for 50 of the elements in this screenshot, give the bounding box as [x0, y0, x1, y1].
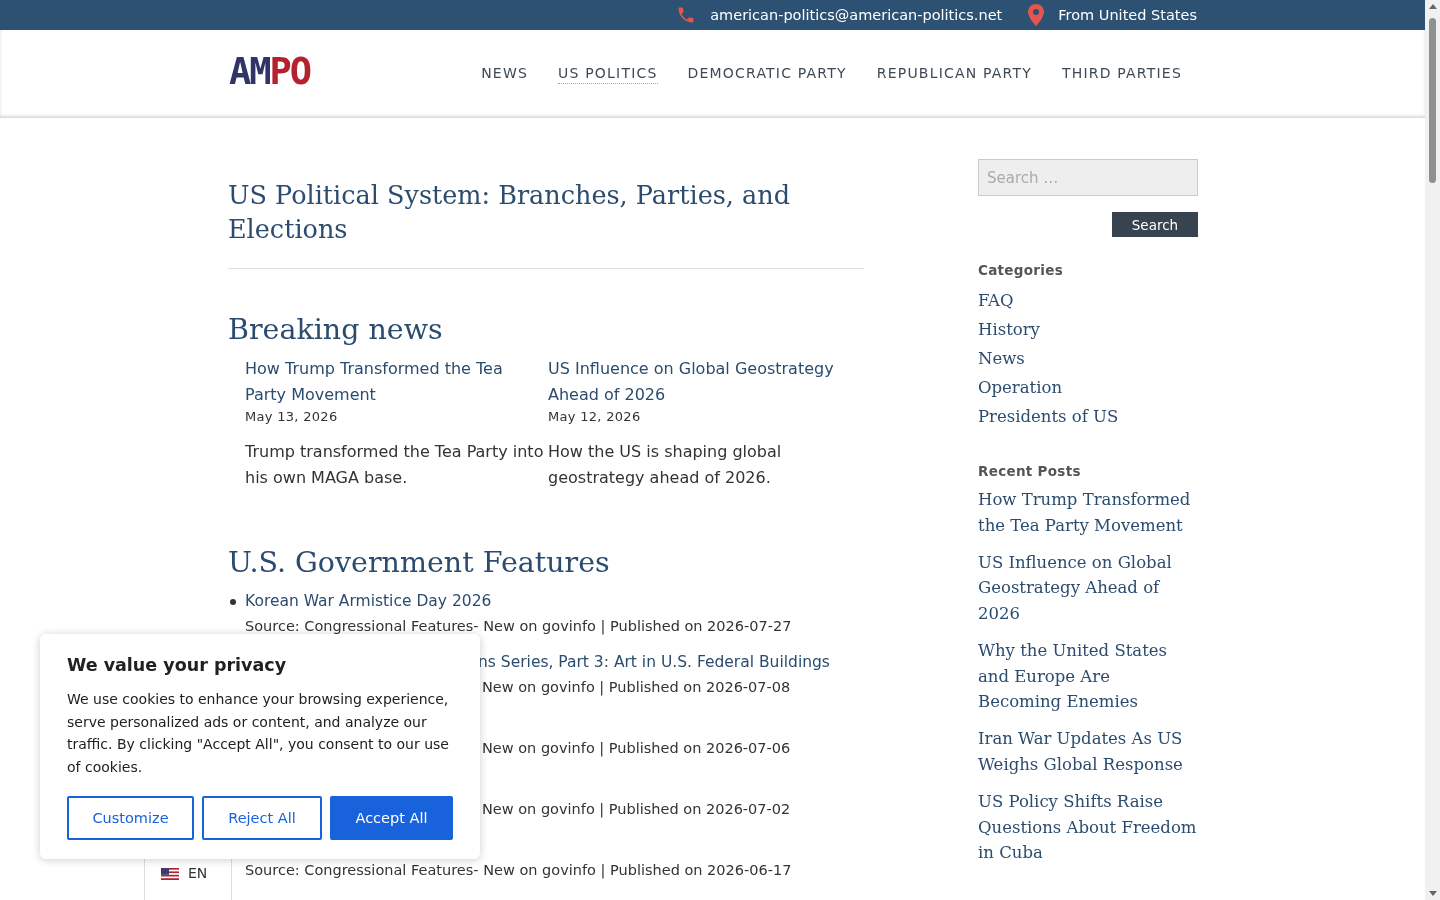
language-switcher[interactable]: EN [161, 865, 208, 881]
widget-heading: Categories [978, 261, 1065, 280]
section-heading: Breaking news [228, 312, 444, 348]
nav-link[interactable]: US POLITICS [558, 63, 658, 84]
category-link[interactable]: Operation [978, 373, 1198, 402]
flag-icon [161, 868, 179, 880]
nav-link[interactable]: REPUBLICAN PARTY [876, 63, 1032, 84]
nav-link[interactable]: DEMOCRATIC PARTY [687, 63, 847, 84]
feature-source: New on govinfo | Published on 2026-07-02 [482, 800, 792, 820]
recent-post-link[interactable]: US Policy Shifts Raise Questions About Freedom in Cuba [978, 788, 1198, 866]
bullet-icon [230, 599, 236, 605]
banner-title: We value your privacy [67, 654, 288, 676]
feature-source: New on govinfo | Published on 2026-07-08 [482, 678, 792, 698]
post-date: May 13, 2026 [245, 408, 339, 426]
scrollbar-thumb[interactable] [1429, 18, 1436, 183]
feature-link[interactable]: Korean War Armistice Day 2026 [245, 589, 864, 613]
cookie-button[interactable]: Customize [67, 795, 194, 840]
recent-post-link[interactable]: How Trump Transformed the Tea Party Movement [978, 487, 1198, 539]
post-title-link[interactable]: How Trump Transformed the Tea Party Movement [245, 356, 548, 408]
post-title-link[interactable]: US Influence on Global Geostrategy Ahead of 2026 [548, 356, 848, 408]
post-excerpt: Trump transformed the Tea Party into his own MAGA base. [245, 441, 545, 489]
location-pin-icon [1028, 4, 1045, 26]
post-excerpt: How the US is shaping global geostrategy ahead of 2026. [548, 441, 783, 489]
page-title: US Political System: Branches, Parties, and Elections [228, 178, 864, 269]
recent-post-link[interactable]: US Influence on Global Geostrategy Ahead of 2026 [978, 549, 1198, 627]
contact-email[interactable]: american-politics@american-politics.net [710, 7, 1003, 23]
widget-heading: Recent Posts [978, 462, 1082, 481]
phone-icon [676, 5, 697, 25]
cookie-button[interactable]: Accept All [330, 795, 453, 840]
recent-post-link[interactable]: Why the United States and Europe Are Becoming Enemies [978, 637, 1198, 715]
category-link[interactable]: FAQ [978, 286, 1198, 315]
feature-source: Source: Congressional Features- New on govinfo | Published on 2026-07-27 [245, 617, 793, 637]
cookie-button[interactable]: Reject All [202, 795, 322, 840]
search-button[interactable]: Search [1112, 212, 1198, 237]
banner-text: We use cookies to enhance your browsing experience, serve personalized ads or content, and analyze our traffic. By clicking "Accept All", you consent to our use of cookies. [67, 690, 450, 778]
scroll-up-icon[interactable] [1429, 4, 1437, 9]
recent-post-link[interactable]: Iran War Updates As US Weighs Global Response [978, 726, 1198, 778]
feature-source: Source: Congressional Features- New on govinfo | Published on 2026-06-17 [245, 861, 793, 881]
nav-link[interactable]: THIRD PARTIES [1062, 63, 1182, 84]
location-text: From United States [1058, 7, 1197, 23]
category-link[interactable]: News [978, 344, 1198, 373]
category-link[interactable]: History [978, 315, 1198, 344]
post-date: May 12, 2026 [548, 408, 642, 426]
section-heading: U.S. Government Features [228, 545, 611, 581]
category-link[interactable]: Presidents of US [978, 402, 1198, 431]
site-logo[interactable]: AMPO [229, 50, 311, 93]
search-field[interactable]: Search … [978, 159, 1198, 196]
nav-link[interactable]: NEWS [481, 63, 529, 84]
feature-source: New on govinfo | Published on 2026-07-06 [482, 739, 792, 759]
scroll-down-icon[interactable] [1429, 891, 1437, 896]
